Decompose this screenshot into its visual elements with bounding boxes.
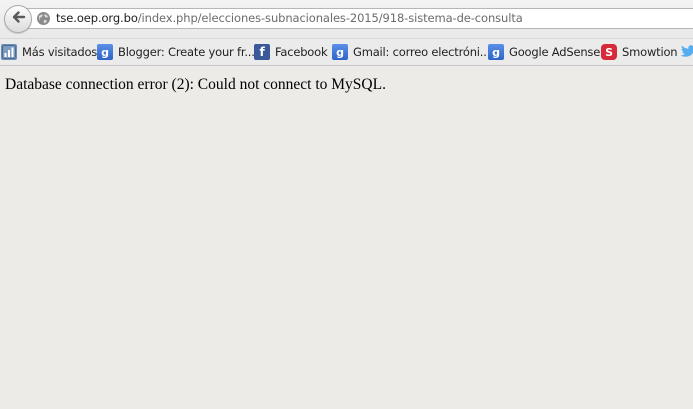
- bookmark-smowtion[interactable]: S Smowtion: [601, 43, 678, 61]
- bookmark-blogger[interactable]: g Blogger: Create your fr...: [97, 43, 255, 61]
- facebook-icon: f: [254, 44, 270, 60]
- globe-icon[interactable]: [36, 11, 51, 30]
- bookmark-google-adsense[interactable]: g Google AdSense: [488, 43, 600, 61]
- navigation-toolbar: tse.oep.org.bo/index.php/elecciones-subn…: [0, 0, 693, 38]
- bookmark-label: Blogger: Create your fr...: [118, 45, 255, 59]
- most-visited-icon: [1, 44, 17, 60]
- back-arrow-icon: [10, 9, 26, 29]
- bookmark-label: Smowtion: [622, 45, 678, 59]
- back-button[interactable]: [4, 5, 32, 33]
- bookmark-label: Facebook: [275, 45, 328, 59]
- bookmark-label: Gmail: correo electróni...: [353, 45, 491, 59]
- url-host: tse.oep.org.bo: [56, 11, 138, 25]
- url-text[interactable]: tse.oep.org.bo/index.php/elecciones-subn…: [56, 11, 523, 26]
- bookmark-label: Más visitados: [22, 45, 98, 59]
- bookmark-facebook[interactable]: f Facebook: [254, 43, 328, 61]
- google-icon: g: [488, 44, 504, 60]
- error-message: Database connection error (2): Could not…: [5, 76, 386, 93]
- google-icon: g: [97, 44, 113, 60]
- bookmarks-bar: Más visitados g Blogger: Create your fr.…: [0, 38, 693, 66]
- bookmark-most-visited[interactable]: Más visitados: [1, 43, 97, 61]
- bookmark-twitter[interactable]: [680, 43, 693, 61]
- bookmark-gmail[interactable]: g Gmail: correo electróni...: [332, 43, 490, 61]
- url-bar[interactable]: tse.oep.org.bo/index.php/elecciones-subn…: [22, 8, 693, 29]
- browser-window: tse.oep.org.bo/index.php/elecciones-subn…: [0, 0, 693, 409]
- twitter-icon: [680, 44, 693, 60]
- google-icon: g: [332, 44, 348, 60]
- smowtion-icon: S: [601, 44, 617, 60]
- bookmark-label: Google AdSense: [509, 45, 601, 59]
- url-path: /index.php/elecciones-subnacionales-2015…: [137, 11, 523, 25]
- page-content: Database connection error (2): Could not…: [0, 66, 693, 409]
